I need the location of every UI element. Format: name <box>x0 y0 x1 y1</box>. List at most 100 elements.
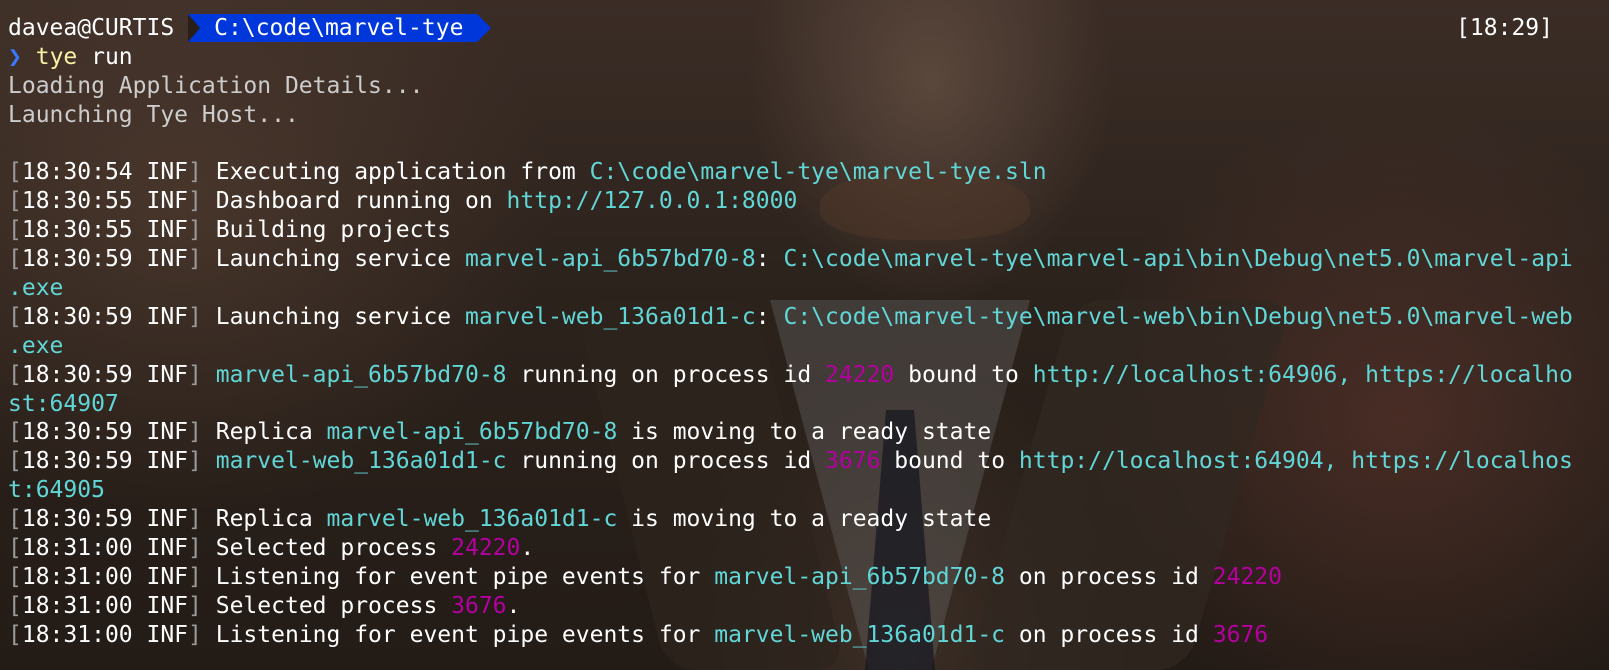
log-bracket-close: ] <box>188 535 216 562</box>
log-segment: on process id <box>1005 621 1213 648</box>
log-timestamp: 18:31:00 <box>21 535 133 562</box>
log-line: [18:31:00 INF] Selected process 3676. <box>8 592 1601 621</box>
log-level: INF <box>132 535 189 562</box>
log-timestamp: 18:30:59 <box>21 361 133 388</box>
log-bracket-close: ] <box>188 506 216 533</box>
log-timestamp: 18:30:59 <box>21 419 133 446</box>
log-level: INF <box>132 592 189 619</box>
log-segment: .exe <box>8 275 64 302</box>
log-line-wrap: .exe <box>8 332 1601 361</box>
log-level: INF <box>132 217 189 244</box>
log-segment: on process id <box>1005 563 1213 590</box>
log-timestamp: 18:30:59 <box>21 506 133 533</box>
log-level: INF <box>132 246 189 273</box>
log-line: [18:31:00 INF] Listening for event pipe … <box>8 621 1601 650</box>
log-level: INF <box>132 448 189 475</box>
log-bracket-close: ] <box>188 592 216 619</box>
log-level: INF <box>132 506 189 533</box>
log-bracket-open: [ <box>8 592 22 619</box>
log-line: [18:30:54 INF] Executing application fro… <box>8 158 1601 187</box>
log-segment: .exe <box>8 332 64 359</box>
log-line: [18:30:59 INF] Replica marvel-web_136a01… <box>8 505 1601 534</box>
log-segment: bound to <box>894 361 1033 388</box>
prompt-path-segment: C:\code\marvel-tye <box>188 14 492 43</box>
log-segment: marvel-api_6b57bd70-8 <box>326 419 618 446</box>
log-segment: marvel-api_6b57bd70-8 <box>215 361 507 388</box>
log-bracket-open: [ <box>8 506 22 533</box>
log-bracket-open: [ <box>8 217 22 244</box>
log-level: INF <box>132 563 189 590</box>
log-segment: marvel-web_136a01d1-c <box>464 303 756 330</box>
log-timestamp: 18:30:59 <box>21 246 133 273</box>
log-level: INF <box>132 303 189 330</box>
log-segment: running on process id <box>506 361 826 388</box>
log-bracket-open: [ <box>8 361 22 388</box>
log-bracket-open: [ <box>8 419 22 446</box>
log-segment: : <box>755 303 784 330</box>
log-bracket-open: [ <box>8 188 22 215</box>
log-level: INF <box>132 188 189 215</box>
command-name: tye <box>35 43 78 70</box>
log-segment: Selected process <box>215 535 452 562</box>
log-timestamp: 18:31:00 <box>21 563 133 590</box>
log-segment: C:\code\marvel-tye\marvel-tye.sln <box>589 159 1047 186</box>
log-segment: bound to <box>880 448 1019 475</box>
log-bracket-close: ] <box>188 159 216 186</box>
log-segment: Launching service <box>215 303 465 330</box>
log-segment: http://localhost:64906, https://localho <box>1032 361 1573 388</box>
log-line: [18:30:55 INF] Dashboard running on http… <box>8 187 1601 216</box>
prompt-clock: [18:29] <box>1456 15 1553 41</box>
command-args: run <box>77 43 133 70</box>
log-timestamp: 18:30:55 <box>21 217 133 244</box>
log-segment: Listening for event pipe events for <box>215 563 715 590</box>
log-segment: . <box>520 535 535 562</box>
log-bracket-close: ] <box>188 361 216 388</box>
log-level: INF <box>132 419 189 446</box>
log-segment: marvel-api_6b57bd70-8 <box>464 246 756 273</box>
log-bracket-close: ] <box>188 448 216 475</box>
log-segment: Dashboard running on <box>215 188 507 215</box>
prompt-line: davea@CURTIS C:\code\marvel-tye [18:29] <box>8 14 1601 43</box>
log-bracket-close: ] <box>188 621 216 648</box>
command-line: ❯ tye run <box>8 43 1601 72</box>
prompt-chevron-icon: ❯ <box>8 43 22 70</box>
log-bracket-close: ] <box>188 419 216 446</box>
log-segment: . <box>506 592 521 619</box>
log-segment: 24220 <box>1212 563 1282 590</box>
log-segment: : <box>755 246 784 273</box>
log-bracket-open: [ <box>8 621 22 648</box>
status-line: Loading Application Details... <box>8 72 424 99</box>
log-line: [18:30:59 INF] Launching service marvel-… <box>8 303 1601 332</box>
status-line: Launching Tye Host... <box>8 101 299 128</box>
log-segment: http://localhost:64904, https://localhos <box>1018 448 1573 475</box>
log-line: [18:30:59 INF] marvel-web_136a01d1-c run… <box>8 447 1601 476</box>
log-segment: Replica <box>215 506 327 533</box>
log-bracket-open: [ <box>8 159 22 186</box>
log-segment: Selected process <box>215 592 452 619</box>
log-bracket-open: [ <box>8 448 22 475</box>
log-segment: is moving to a ready state <box>617 419 992 446</box>
log-line-wrap: .exe <box>8 274 1601 303</box>
log-line-wrap: st:64907 <box>8 390 1601 419</box>
log-segment: Executing application from <box>215 159 590 186</box>
log-segment: 3676 <box>1212 621 1269 648</box>
log-line-wrap: t:64905 <box>8 476 1601 505</box>
log-output: [18:30:54 INF] Executing application fro… <box>8 158 1601 649</box>
log-segment: marvel-web_136a01d1-c <box>215 448 507 475</box>
log-bracket-close: ] <box>188 217 216 244</box>
terminal-output[interactable]: davea@CURTIS C:\code\marvel-tye [18:29] … <box>0 0 1609 670</box>
log-segment: Replica <box>215 419 327 446</box>
log-line: [18:30:55 INF] Building projects <box>8 216 1601 245</box>
log-segment: 24220 <box>451 535 521 562</box>
log-segment: marvel-web_136a01d1-c <box>714 621 1006 648</box>
log-segment: is moving to a ready state <box>617 506 992 533</box>
log-segment: t:64905 <box>8 477 105 504</box>
log-bracket-open: [ <box>8 535 22 562</box>
log-bracket-close: ] <box>188 563 216 590</box>
log-bracket-close: ] <box>188 188 216 215</box>
log-timestamp: 18:31:00 <box>21 592 133 619</box>
log-segment: Listening for event pipe events for <box>215 621 715 648</box>
log-timestamp: 18:31:00 <box>21 621 133 648</box>
log-level: INF <box>132 361 189 388</box>
